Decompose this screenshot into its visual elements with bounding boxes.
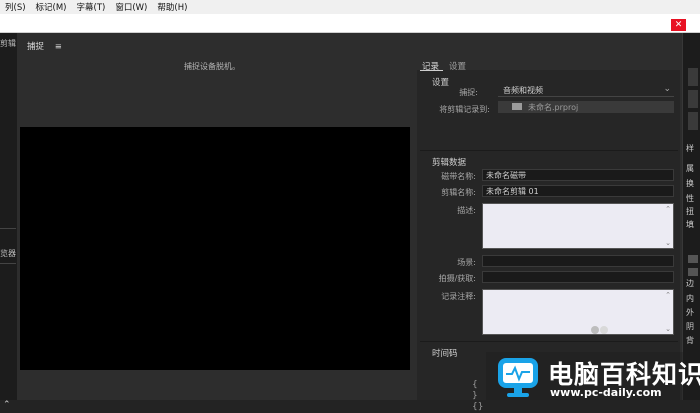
log-clips-to-field[interactable]: 未命名.prproj <box>498 101 674 113</box>
chevron-down-icon: ⌄ <box>663 84 671 94</box>
description-label: 描述: <box>457 206 476 215</box>
clip-data-title: 剪辑数据 <box>432 158 467 168</box>
strip-label: 性 <box>686 194 694 203</box>
divider <box>0 228 16 229</box>
hamburger-icon[interactable]: ≡ <box>55 42 62 52</box>
capture-select[interactable]: 音频和视频 ⌄ <box>498 84 674 97</box>
strip-label: 样 <box>686 144 694 153</box>
menu-help[interactable]: 帮助(H) <box>152 1 192 13</box>
tape-name-label: 磁带名称: <box>441 172 476 181</box>
monitor-logo-icon <box>498 358 538 397</box>
tab-settings[interactable]: 设置 <box>449 60 466 72</box>
shot-label: 拍摄/获取: <box>438 274 476 283</box>
strip-label: 换 <box>686 179 694 188</box>
watermark-url: www.pc-daily.com <box>550 386 662 399</box>
shot-input[interactable] <box>482 271 674 283</box>
log-note-textarea[interactable]: ⌃ ⌄ <box>482 289 674 335</box>
left-strip-label: 览器 <box>0 249 16 258</box>
menu-marker[interactable]: 标记(M) <box>31 1 72 13</box>
strip-label: 边 <box>686 279 694 288</box>
right-app-strip: 样 属 换 性 扭 填 边 内 外 阴 背 <box>682 33 700 400</box>
scroll-down-icon[interactable]: ⌄ <box>665 239 671 247</box>
menubar: 列(S) 标记(M) 字幕(T) 窗口(W) 帮助(H) <box>0 0 700 14</box>
strip-label: 内 <box>686 294 694 303</box>
clip-name-label: 剪辑名称: <box>441 188 476 197</box>
loading-dot-icon <box>600 326 608 334</box>
close-icon: ✕ <box>674 20 683 30</box>
tape-name-input[interactable]: 未命名磁带 <box>482 169 674 181</box>
description-textarea[interactable]: ⌃ ⌄ <box>482 203 674 249</box>
menu-window[interactable]: 窗口(W) <box>110 1 152 13</box>
panel-header: 捕捉 ≡ <box>27 40 62 52</box>
left-app-strip: 剪辑 览器 ⌃ <box>0 33 18 410</box>
strip-label: 扭 <box>686 207 694 216</box>
capture-status: 捕捉设备脱机。 <box>184 62 240 71</box>
strip-swatch <box>688 255 698 263</box>
timecode-title: 时间码 <box>432 349 458 359</box>
log-clips-to-label: 将剪辑记录到: <box>439 105 490 114</box>
log-note-label: 记录注释: <box>441 292 476 301</box>
video-preview <box>20 127 410 370</box>
divider <box>0 263 16 264</box>
folder-icon <box>512 103 522 110</box>
left-strip-label: 剪辑 <box>0 39 16 48</box>
strip-label: 属 <box>686 164 694 173</box>
timecode-bracket-icons: {}{} <box>472 380 484 412</box>
scroll-down-icon[interactable]: ⌄ <box>665 325 671 333</box>
strip-label: 背 <box>686 336 694 345</box>
close-button[interactable]: ✕ <box>671 19 686 31</box>
strip-swatch <box>688 268 698 276</box>
scroll-up-icon[interactable]: ⌃ <box>665 205 671 213</box>
stepper-icon[interactable]: ⌃ <box>3 400 11 410</box>
strip-label: 阴 <box>686 322 694 331</box>
dialog-titlebar <box>0 14 700 33</box>
scene-label: 场景: <box>457 258 476 267</box>
divider <box>420 150 678 151</box>
scroll-up-icon[interactable]: ⌃ <box>665 291 671 299</box>
panel-title: 捕捉 <box>27 42 45 52</box>
menu-sequence[interactable]: 列(S) <box>0 1 31 13</box>
menu-title[interactable]: 字幕(T) <box>72 1 111 13</box>
strip-swatch <box>688 68 698 86</box>
clip-name-input[interactable]: 未命名剪辑 01 <box>482 185 674 197</box>
active-tab-indicator <box>420 70 443 71</box>
strip-swatch <box>688 112 698 130</box>
strip-label: 填 <box>686 220 694 229</box>
strip-swatch <box>688 90 698 108</box>
capture-select-value: 音频和视频 <box>503 86 543 95</box>
divider <box>420 341 678 342</box>
strip-label: 外 <box>686 308 694 317</box>
project-name: 未命名.prproj <box>528 103 579 112</box>
loading-dot-icon <box>591 326 599 334</box>
capture-label: 捕捉: <box>459 88 478 97</box>
scene-input[interactable] <box>482 255 674 267</box>
